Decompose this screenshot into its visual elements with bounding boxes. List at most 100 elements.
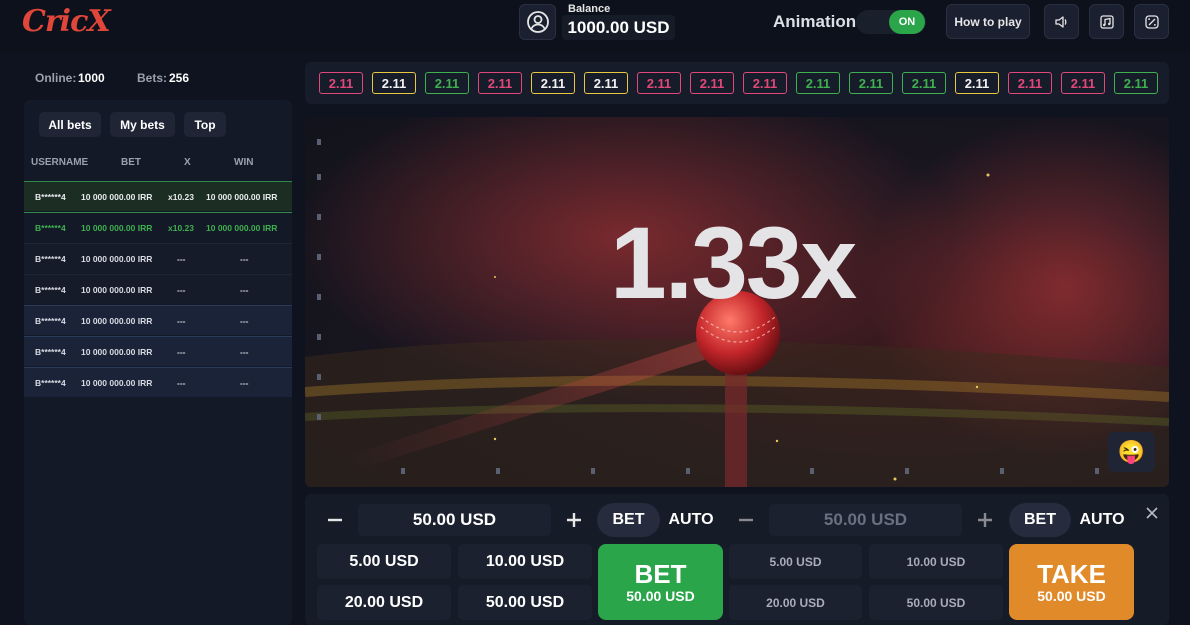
table-row: B******4 10 000 000.00 IRR x10.23 10 000 00… (24, 181, 292, 211)
online-stats: Online: 1000 Bets: 256 (24, 62, 292, 92)
history-multiplier-chip[interactable]: 2.11 (902, 72, 946, 94)
bet-amount: 10 000 000.00 IRR (81, 378, 153, 388)
current-multiplier: 1.33x (610, 206, 857, 320)
panel1-amount-input[interactable]: 50.00 USD (358, 504, 551, 536)
column-header-win: WIN (234, 157, 254, 168)
panel2-increase-button[interactable] (968, 504, 1002, 536)
panel2-close-button[interactable] (1144, 505, 1160, 521)
take-button[interactable]: TAKE 50.00 USD (1009, 544, 1134, 620)
bet-username: B******4 (35, 223, 66, 233)
tab-my-bets[interactable]: My bets (110, 112, 175, 137)
bet-username: B******4 (35, 192, 66, 202)
panel2-quick-5[interactable]: 5.00 USD (729, 544, 862, 579)
bet-username: B******4 (35, 254, 66, 264)
panel1-decrease-button[interactable] (317, 504, 353, 536)
bet-win: --- (240, 316, 249, 326)
history-multiplier-chip[interactable]: 2.11 (584, 72, 628, 94)
bet-amount: 10 000 000.00 IRR (81, 316, 153, 326)
emoji-reaction-button[interactable]: 😜 (1108, 432, 1155, 472)
bet-multiplier: --- (177, 285, 186, 295)
bet-win: --- (240, 347, 249, 357)
bets-value: 256 (169, 71, 190, 85)
bet-amount: 10 000 000.00 IRR (81, 347, 153, 357)
tab-all-bets[interactable]: All bets (39, 112, 101, 137)
column-header-username: USERNAME (31, 157, 89, 168)
user-profile-button[interactable] (519, 4, 556, 40)
history-multiplier-chip[interactable]: 2.11 (1114, 72, 1158, 94)
panel1-quick-50[interactable]: 50.00 USD (458, 585, 592, 620)
bet-username: B******4 (35, 378, 66, 388)
fullscreen-icon (1144, 14, 1159, 29)
table-row: B******4 10 000 000.00 IRR --- --- (24, 274, 292, 304)
sound-button[interactable] (1044, 4, 1079, 39)
user-icon (526, 11, 549, 33)
panel1-mode-bet[interactable]: BET (597, 503, 660, 537)
table-row: B******4 10 000 000.00 IRR --- --- (24, 336, 292, 366)
fullscreen-button[interactable] (1134, 4, 1169, 39)
bet-amount: 10 000 000.00 IRR (81, 192, 153, 202)
history-multiplier-chip[interactable]: 2.11 (1061, 72, 1105, 94)
history-multiplier-chip[interactable]: 2.11 (1008, 72, 1052, 94)
table-row: B******4 10 000 000.00 IRR --- --- (24, 367, 292, 397)
bet-username: B******4 (35, 316, 66, 326)
plus-icon (567, 513, 581, 527)
bet-button-amount: 50.00 USD (626, 588, 695, 604)
balance-label: Balance (568, 3, 611, 15)
bets-label: Bets: (137, 71, 168, 85)
table-row: B******4 10 000 000.00 IRR --- --- (24, 305, 292, 335)
panel2-quick-10[interactable]: 10.00 USD (869, 544, 1003, 579)
column-header-bet: BET (121, 157, 141, 168)
bet-amount: 10 000 000.00 IRR (81, 285, 153, 295)
bet-button[interactable]: BET 50.00 USD (598, 544, 723, 620)
bet-username: B******4 (35, 347, 66, 357)
panel2-amount-input[interactable]: 50.00 USD (769, 504, 962, 536)
panel1-quick-10[interactable]: 10.00 USD (458, 544, 592, 579)
minus-icon (328, 518, 342, 522)
balance-value: 1000.00 USD (562, 15, 675, 40)
animation-label: Animation (773, 12, 857, 31)
panel2-mode-auto[interactable]: AUTO (1074, 503, 1130, 537)
bet-multiplier: --- (177, 378, 186, 388)
panel2-quick-20[interactable]: 20.00 USD (729, 585, 862, 620)
bet-amount: 10 000 000.00 IRR (81, 223, 153, 233)
bet-multiplier: --- (177, 316, 186, 326)
panel1-quick-20[interactable]: 20.00 USD (317, 585, 451, 620)
take-button-amount: 50.00 USD (1037, 588, 1106, 604)
panel1-quick-5[interactable]: 5.00 USD (317, 544, 451, 579)
table-row: B******4 10 000 000.00 IRR x10.23 10 000 00… (24, 212, 292, 242)
history-multiplier-chip[interactable]: 2.11 (743, 72, 787, 94)
bet-username: B******4 (35, 285, 66, 295)
online-value: 1000 (78, 71, 105, 85)
speaker-icon (1054, 15, 1066, 28)
table-row: B******4 10 000 000.00 IRR --- --- (24, 243, 292, 273)
how-to-play-button[interactable]: How to play (946, 4, 1030, 39)
panel2-decrease-button[interactable] (729, 504, 763, 536)
history-multiplier-chip[interactable]: 2.11 (478, 72, 522, 94)
panel1-increase-button[interactable] (557, 504, 591, 536)
panel2-quick-50[interactable]: 50.00 USD (869, 585, 1003, 620)
minus-icon (739, 518, 753, 522)
history-multiplier-chip[interactable]: 2.11 (372, 72, 416, 94)
history-multiplier-chip[interactable]: 2.11 (955, 72, 999, 94)
close-icon (1146, 507, 1158, 519)
history-multiplier-chip[interactable]: 2.11 (425, 72, 469, 94)
bet-win: --- (240, 254, 249, 264)
history-multiplier-chip[interactable]: 2.11 (849, 72, 893, 94)
bet-amount: 10 000 000.00 IRR (81, 254, 153, 264)
bet-win: 10 000 000.00 IRR (206, 192, 278, 202)
take-button-label: TAKE (1037, 559, 1106, 589)
history-multiplier-chip[interactable]: 2.11 (796, 72, 840, 94)
app-logo[interactable]: CricX (22, 4, 111, 39)
animation-toggle-state[interactable]: ON (889, 10, 925, 34)
history-multiplier-chip[interactable]: 2.11 (690, 72, 734, 94)
bet-button-label: BET (634, 559, 687, 589)
history-multiplier-chip[interactable]: 2.11 (637, 72, 681, 94)
history-multiplier-chip[interactable]: 2.11 (531, 72, 575, 94)
panel1-mode-auto[interactable]: AUTO (663, 503, 719, 537)
panel2-mode-bet[interactable]: BET (1009, 503, 1071, 537)
online-label: Online: (35, 71, 77, 85)
tab-top[interactable]: Top (184, 112, 226, 137)
bet-multiplier: x10.23 (168, 223, 194, 233)
history-multiplier-chip[interactable]: 2.11 (319, 72, 363, 94)
music-button[interactable] (1089, 4, 1124, 39)
